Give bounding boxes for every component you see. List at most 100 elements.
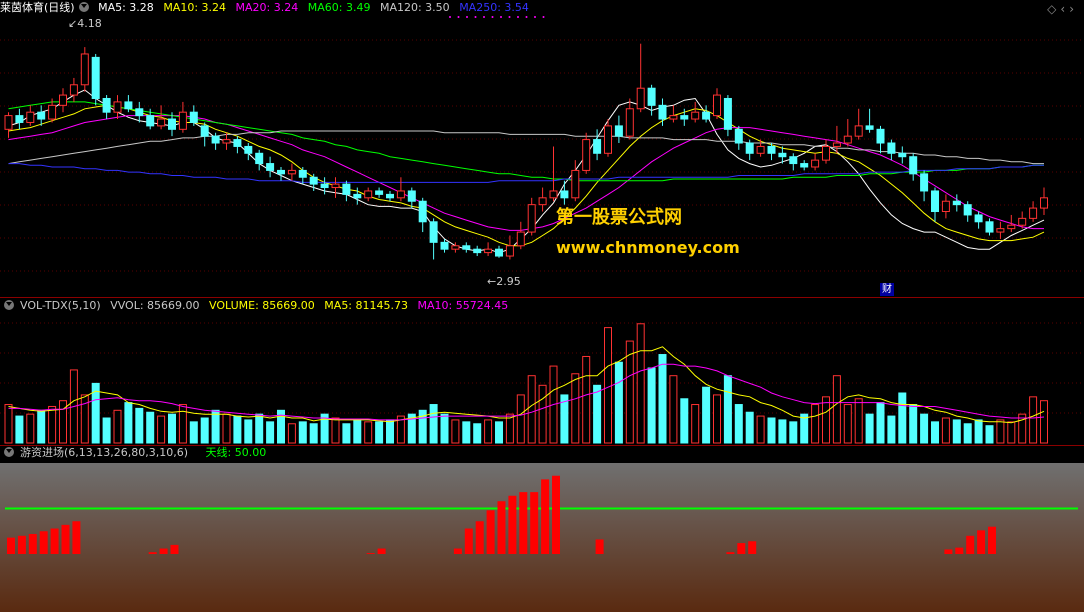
candle-body (386, 193, 394, 199)
indicator-bar (988, 526, 996, 554)
volume-bar (353, 419, 362, 444)
indicator-bar (170, 544, 179, 554)
volume-bar (822, 396, 830, 444)
volume-bar (309, 423, 318, 444)
volume-bar (778, 419, 787, 444)
candle-body (854, 125, 863, 137)
volume-bar (734, 404, 743, 444)
indicator-bar (148, 552, 157, 554)
candle-body (843, 135, 852, 144)
volume-bar (876, 402, 885, 444)
candle-body (80, 53, 89, 86)
candle-body (342, 183, 351, 195)
indicator-legend: 游资进场(6,13,13,26,80,3,10,6) 天线: 50.00 (0, 445, 272, 461)
candle-body (527, 204, 536, 233)
chevron-down-icon[interactable] (4, 300, 14, 310)
indicator-bar (977, 530, 986, 554)
candle-body (1029, 207, 1038, 219)
candle-body (1040, 197, 1048, 209)
volume-bar (157, 415, 166, 444)
candle-body (26, 111, 35, 123)
candle-body (124, 101, 133, 110)
candle-body (320, 183, 329, 189)
chevron-down-icon[interactable] (4, 447, 14, 457)
candle-body (91, 56, 100, 99)
candle-body (909, 156, 918, 175)
volume-bar (691, 404, 700, 444)
threshold-label: 天线: 50.00 (205, 446, 267, 459)
indicator-name: 游资进场(6,13,13,26,80,3,10,6) (20, 446, 189, 459)
candle-body (200, 125, 209, 137)
candle-body (505, 245, 514, 257)
low-price: 2.95 (496, 275, 521, 288)
indicator-bar (748, 541, 757, 554)
candle-body (593, 139, 602, 154)
volume-bar (375, 421, 384, 444)
candle-body (745, 142, 754, 154)
candle-body (920, 173, 929, 192)
indicator-bar (453, 548, 462, 554)
volume-bar (811, 404, 820, 444)
volume-bar (669, 375, 678, 444)
candle-body (778, 152, 787, 158)
indicator-bar (955, 547, 964, 554)
volume-bar (266, 421, 275, 444)
candle-body (713, 94, 721, 117)
volume-bar (211, 409, 220, 444)
candle-body (625, 108, 634, 137)
indicator-bar (726, 552, 735, 554)
volume-bar (1040, 400, 1048, 444)
candle-body (876, 128, 885, 144)
volume-bar (124, 402, 133, 444)
indicator-bar (552, 475, 560, 554)
candle-body (178, 111, 187, 130)
candle-body (756, 145, 765, 154)
candle-body (1007, 224, 1016, 230)
volume-bar (974, 419, 983, 444)
volume-bar (909, 404, 918, 444)
candle-body (582, 139, 591, 171)
indicator-bar (377, 548, 386, 554)
volume-bar (887, 415, 896, 444)
candle-body (604, 125, 612, 154)
volume-bar (538, 384, 547, 444)
volume-bar (484, 419, 493, 444)
arrow-icon: ← (487, 275, 497, 288)
volume-bar (985, 425, 994, 444)
volume-bar (843, 404, 852, 444)
indicator-bar (17, 535, 26, 554)
volume-bar (996, 419, 1005, 444)
event-marker[interactable]: 财 (880, 283, 894, 296)
candle-body (331, 183, 340, 189)
candle-body (69, 84, 78, 96)
volume-bar (931, 421, 939, 444)
signal-dot (483, 16, 485, 18)
candle-body (418, 200, 427, 223)
indicator-bar (944, 549, 953, 554)
signal-dot (474, 16, 477, 18)
volume-bar (386, 419, 394, 444)
volume-bar (963, 423, 972, 444)
candle-body (658, 104, 667, 120)
volume-bar (189, 421, 198, 444)
candle-body (811, 159, 820, 168)
volume-label: VOLUME: 85669.00 (209, 299, 315, 312)
candle-body (702, 111, 711, 120)
ma-line-ma20 (8, 115, 1044, 231)
candle-body (538, 197, 547, 206)
candle-body (277, 169, 285, 175)
volume-bar (146, 411, 155, 444)
candle-body (113, 101, 122, 113)
volume-bar (429, 404, 438, 444)
candle-body (473, 248, 482, 254)
volume-bar (516, 394, 525, 444)
candle-body (189, 111, 198, 123)
candle-body (614, 125, 623, 137)
candle-body (255, 152, 264, 165)
volume-bar (113, 409, 122, 444)
volume-bar (178, 404, 187, 444)
indicator-bar (50, 528, 59, 554)
volume-bar (647, 367, 656, 444)
signal-dot (542, 16, 545, 18)
indicator-bar (61, 524, 70, 554)
